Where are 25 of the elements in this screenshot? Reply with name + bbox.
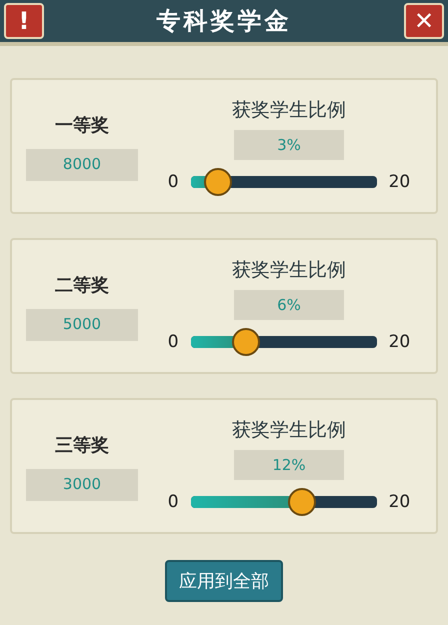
slider-min: 0 [168,170,179,194]
prize-name: 一等奖 [55,114,109,138]
slider-min: 0 [168,330,179,354]
ratio-value: 3% [234,130,344,160]
ratio-label: 获奖学生比例 [232,98,346,123]
prize-name: 三等奖 [55,434,109,458]
slider-max: 20 [388,490,410,514]
prize-name: 二等奖 [55,274,109,298]
slider-thumb[interactable] [232,328,260,356]
amount-field: 3000 [26,468,138,500]
apply-to-all-button[interactable]: 应用到全部 [165,560,283,602]
alert-button[interactable]: ! [4,3,44,39]
ratio-label: 获奖学生比例 [232,258,346,283]
slider-max: 20 [388,170,410,194]
slider-min: 0 [168,490,179,514]
amount-field: 8000 [26,148,138,180]
ratio-label: 获奖学生比例 [232,418,346,443]
slider-thumb[interactable] [288,488,316,516]
ratio-value: 12% [234,450,344,480]
window-title: 专科奖学金 [156,6,292,37]
slider-max: 20 [388,330,410,354]
ratio-value: 6% [234,290,344,320]
slider-thumb[interactable] [204,168,232,196]
close-button[interactable]: ✕ [404,3,444,39]
amount-field: 5000 [26,308,138,340]
